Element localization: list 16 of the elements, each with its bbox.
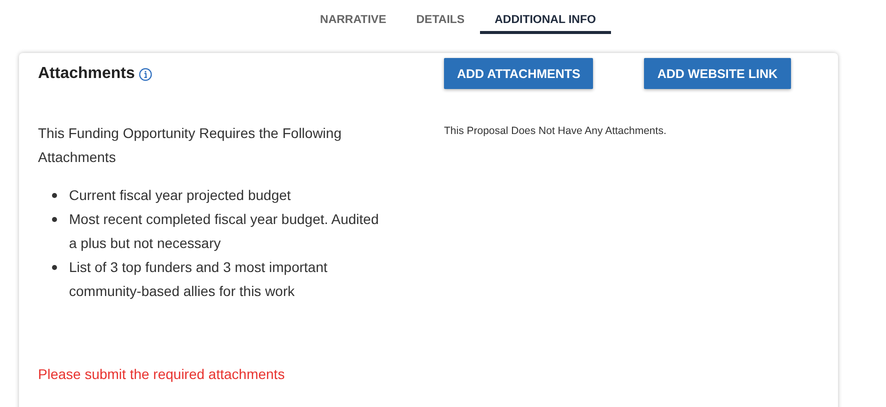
action-button[interactable]: ADD WEBSITE LINK: [644, 58, 791, 89]
section-title: Attachments: [38, 65, 135, 83]
bullet-icon: [52, 265, 57, 270]
error-message: Please submit the required attachments: [38, 365, 286, 384]
info-icon[interactable]: [138, 68, 152, 80]
tab[interactable]: NARRATIVE: [305, 0, 402, 34]
requirements-heading: This Funding Opportunity Requires the Following Attachments: [38, 124, 342, 167]
bullet-icon: [52, 217, 57, 222]
tab[interactable]: ADDITIONAL INFO: [480, 0, 611, 34]
requirement-text: Current fiscal year projected budget: [69, 186, 291, 205]
requirement-text: Most recent completed fiscal year budget. Audited a plus but not necessary: [69, 210, 380, 253]
requirement-text: List of 3 top funders and 3 most important community-based allies for this work: [69, 258, 328, 301]
tab[interactable]: DETAILS: [401, 0, 480, 34]
action-button[interactable]: ADD ATTACHMENTS: [444, 58, 594, 89]
empty-message: This Proposal Does Not Have Any Attachments.: [444, 125, 666, 137]
bullet-icon: [52, 193, 57, 198]
